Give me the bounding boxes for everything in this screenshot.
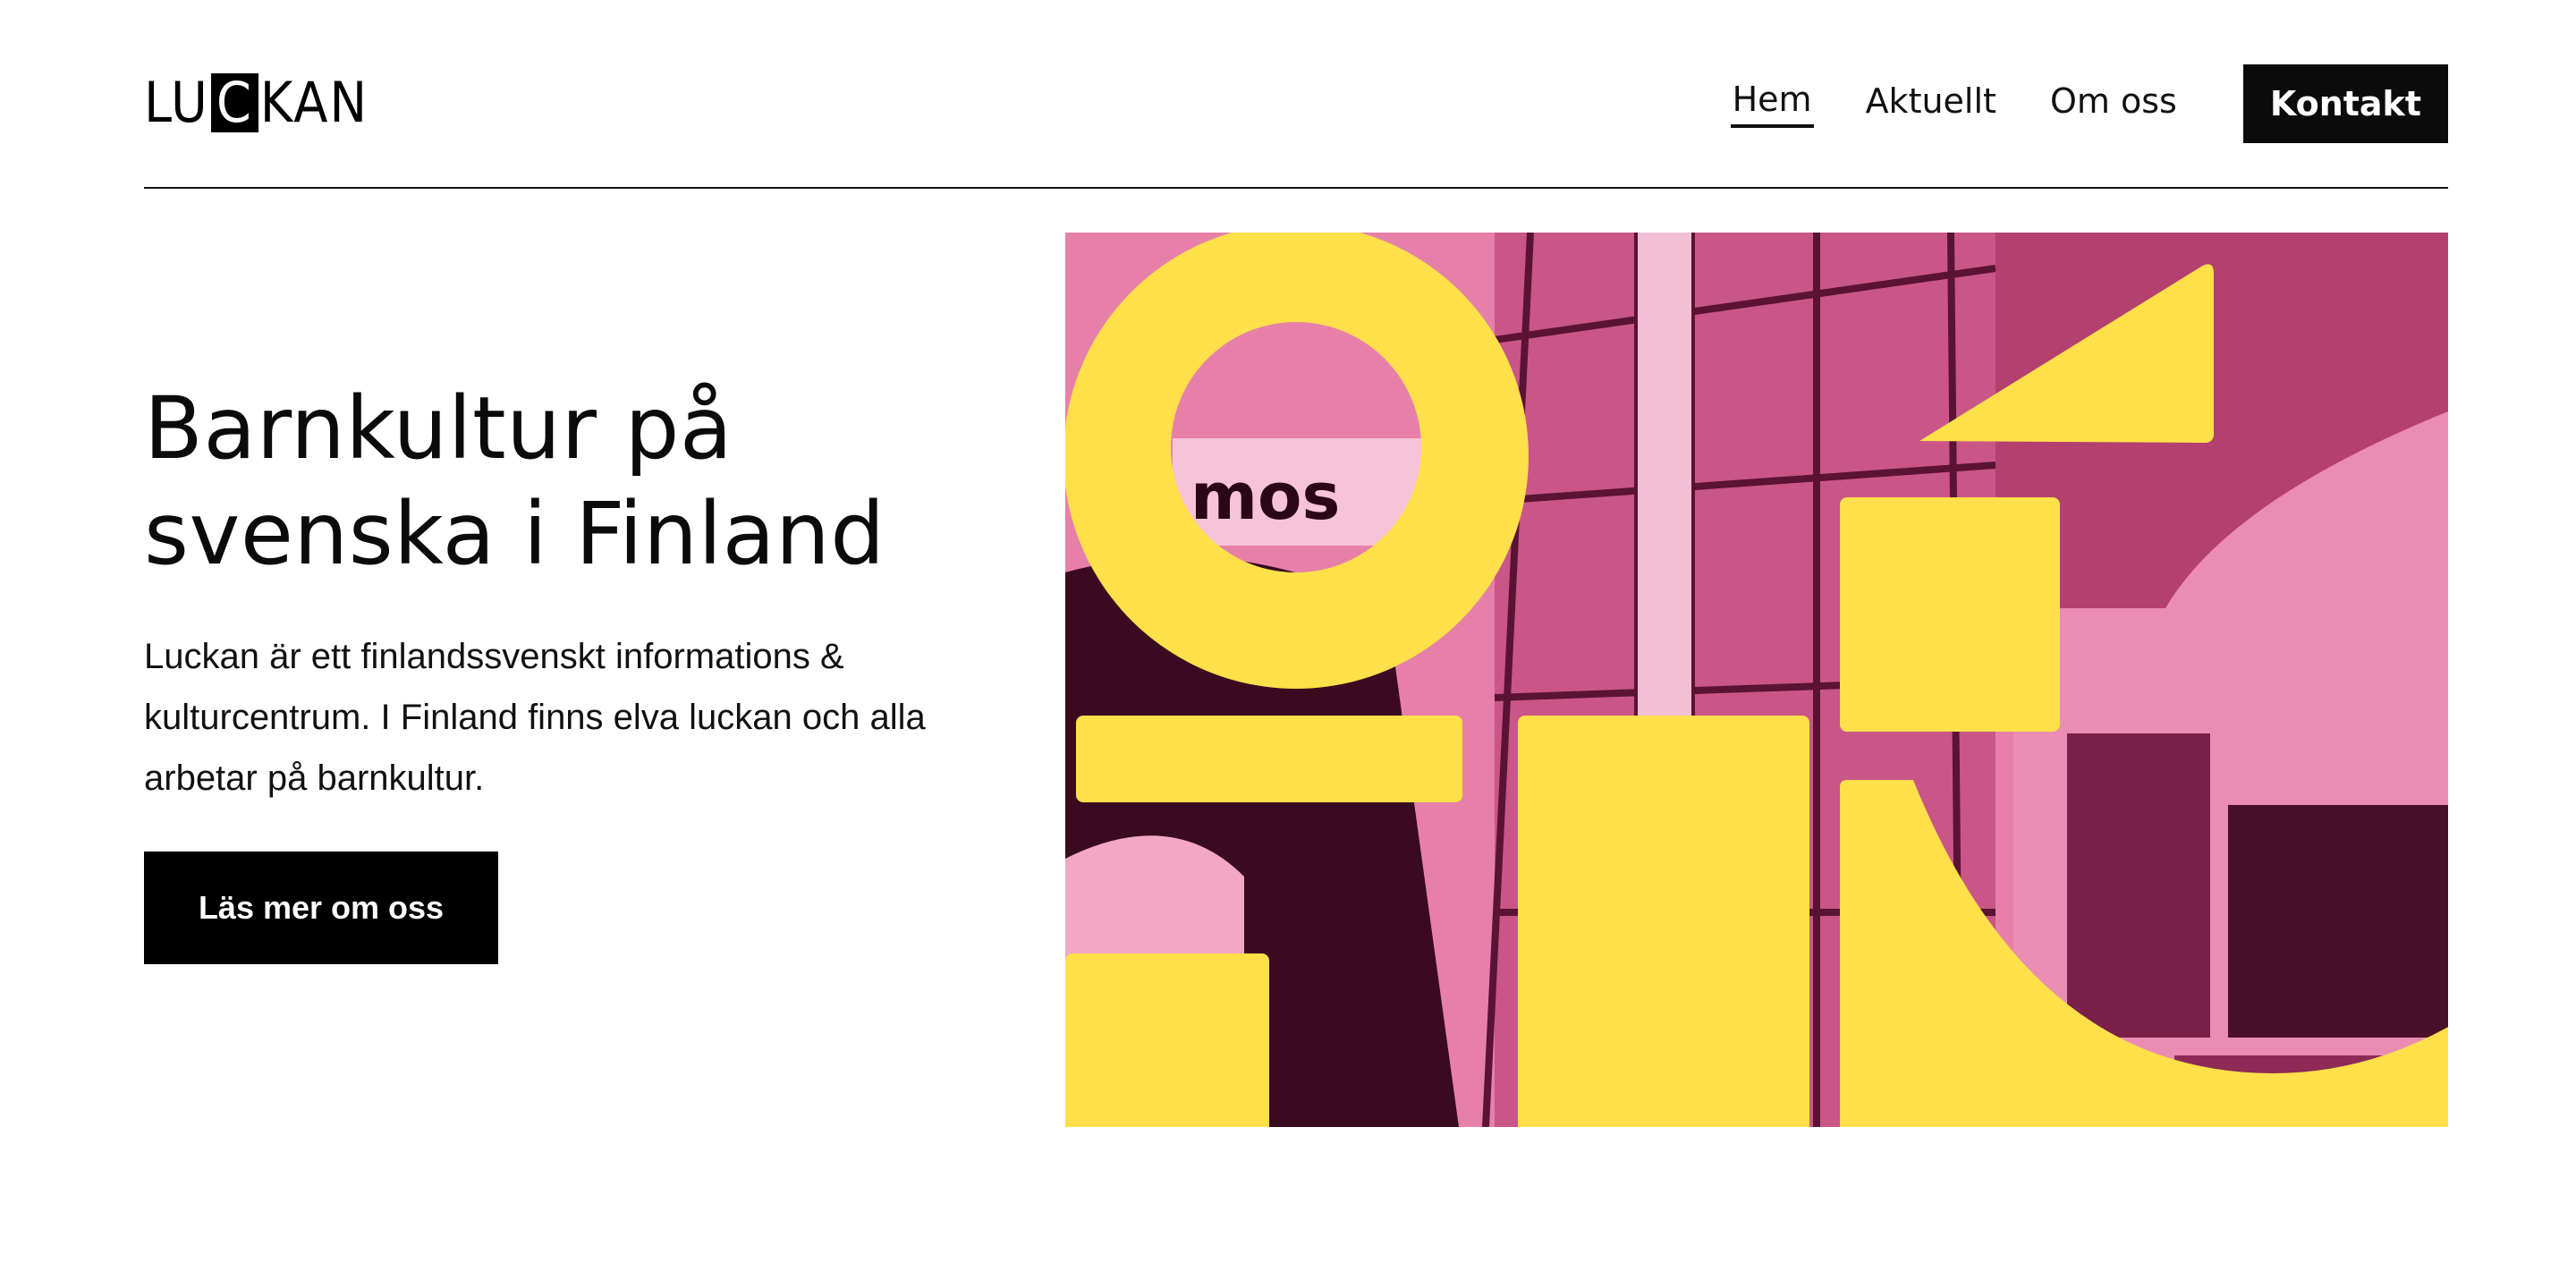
nav-link-aktuellt[interactable]: Aktuellt [1864,81,1998,126]
hero-image: mos [1065,233,2448,1127]
read-more-button[interactable]: Läs mer om oss [144,852,498,964]
nav-link-hem[interactable]: Hem [1730,80,1814,128]
site-header: LU C KAN Hem Aktuellt Om oss Kontakt [144,0,2448,189]
hero-illustration: mos [1065,233,2448,1127]
hero-description: Luckan är ett finlandssvenskt informatio… [144,637,926,798]
photo-door [2067,733,2210,1038]
logo-boxed-letter: C [210,73,258,132]
photo-bench [2228,805,2448,1038]
logo-text-start: LU [144,70,209,135]
yellow-bar [1076,716,1462,802]
kontakt-button[interactable]: Kontakt [2242,64,2448,143]
nav-link-om-oss[interactable]: Om oss [2048,81,2179,126]
yellow-small-block [1065,953,1269,1127]
hero-title-line-1: Barnkultur på [144,378,733,479]
luckan-logo[interactable]: LU C KAN [144,73,369,132]
main-nav: Hem Aktuellt Om oss Kontakt [1681,64,2448,143]
photo-sign-text: mos [1191,459,1340,534]
yellow-square [1840,497,2060,732]
yellow-tall-rectangle [1518,716,1809,1127]
hero-title: Barnkultur på svenska i Finland [144,376,949,587]
logo-text-end: KAN [259,70,369,135]
hero-title-line-2: svenska i Finland [144,484,886,584]
